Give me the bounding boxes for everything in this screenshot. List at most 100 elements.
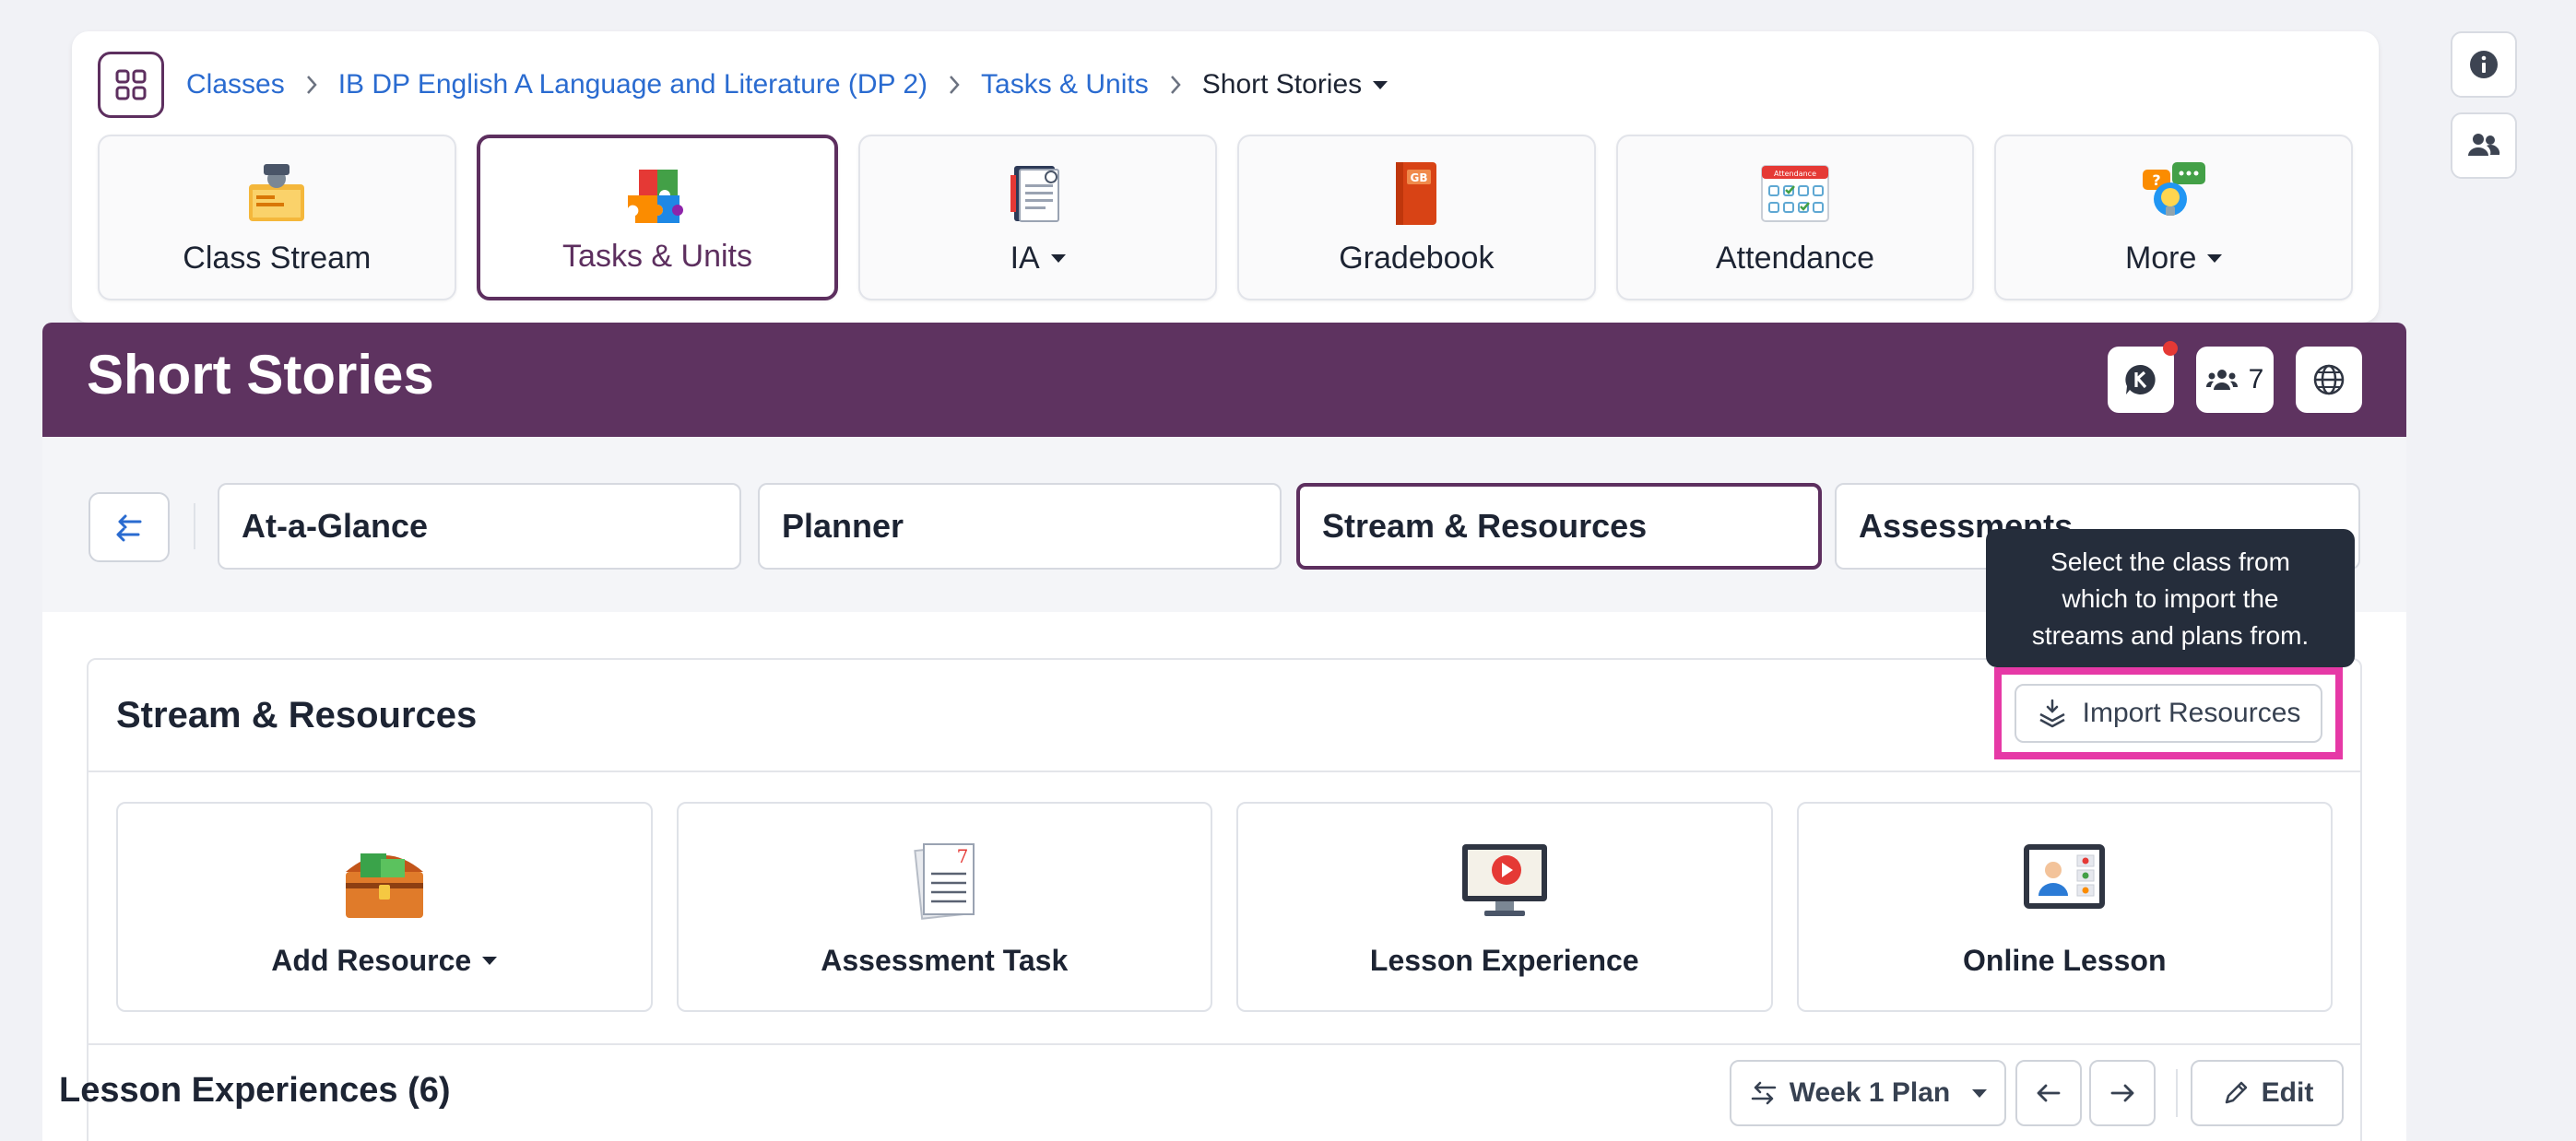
page-title: Short Stories [87, 344, 434, 406]
attendance-calendar-icon: Attendance [1761, 165, 1830, 222]
caret-down-icon [482, 957, 498, 965]
puzzle-icon [628, 170, 683, 223]
import-resources-label: Import Resources [2082, 698, 2301, 728]
resource-label-with-dropdown: Add Resource [271, 944, 498, 978]
kognity-chat-icon [2125, 364, 2156, 394]
caret-down-icon [1972, 1088, 1988, 1098]
module-tile-gradebook[interactable]: GB Gradebook [1237, 135, 1596, 300]
module-label: More [2124, 241, 2197, 276]
online-lesson-icon [2024, 844, 2106, 909]
module-tile-tasks-units[interactable]: Tasks & Units [476, 135, 839, 300]
resource-label: Lesson Experience [1369, 944, 1639, 977]
week-plan-dropdown[interactable]: Week 1 Plan [1730, 1060, 2006, 1126]
module-label: Tasks & Units [562, 239, 752, 274]
module-label: Attendance [1716, 241, 1875, 276]
module-tiles: Class Stream Tasks & Units IA GB Gradebo… [98, 135, 2354, 300]
caret-down-icon [1050, 254, 1066, 263]
gradebook-icon: GB [1396, 162, 1437, 225]
edit-label: Edit [2261, 1077, 2314, 1108]
info-button[interactable] [2451, 31, 2517, 98]
info-icon [2470, 51, 2498, 78]
section-title: Stream & Resources [116, 695, 478, 735]
divider [194, 503, 195, 549]
previous-week-button[interactable] [2015, 1060, 2082, 1126]
resource-label: Assessment Task [821, 944, 1069, 977]
users-icon [2205, 370, 2238, 390]
import-tooltip: Select the class from which to import th… [1986, 529, 2355, 667]
caret-down-icon [2207, 254, 2223, 263]
svg-text:?: ? [2152, 171, 2160, 189]
notification-dot [2163, 341, 2178, 356]
grid-icon [115, 69, 147, 100]
resource-label: Online Lesson [1963, 944, 2167, 977]
swap-arrows-icon [116, 514, 142, 542]
sidebar-toggle-button[interactable] [89, 492, 170, 562]
arrow-left-icon [2037, 1084, 2061, 1102]
tab-stream-resources[interactable]: Stream & Resources [1296, 483, 1822, 570]
import-resources-button[interactable]: Import Resources [2015, 684, 2322, 743]
tab-label: At-a-Glance [242, 507, 429, 545]
divider [89, 770, 2360, 772]
online-lesson-tile[interactable]: Online Lesson [1796, 802, 2333, 1012]
globe-icon [2313, 364, 2345, 395]
resource-label: Add Resource [271, 944, 472, 977]
module-label: Class Stream [183, 241, 372, 276]
tab-planner[interactable]: Planner [758, 483, 1282, 570]
tab-label: Stream & Resources [1322, 507, 1648, 545]
module-tile-attendance[interactable]: Attendance Attendance [1615, 135, 1975, 300]
pencil-icon [2225, 1081, 2247, 1104]
members-button[interactable]: 7 [2196, 347, 2274, 413]
members-count: 7 [2248, 364, 2264, 394]
chevron-right-icon [305, 75, 318, 95]
lesson-experience-tile[interactable]: Lesson Experience [1236, 802, 1773, 1012]
tab-at-a-glance[interactable]: At-a-Glance [218, 483, 741, 570]
tab-label: Planner [782, 507, 904, 545]
import-stack-icon [2039, 699, 2065, 728]
apps-grid-button[interactable] [98, 52, 164, 118]
divider [2176, 1069, 2178, 1117]
treasure-chest-icon [345, 853, 423, 918]
chevron-right-icon [948, 75, 961, 95]
tooltip-text-line: streams and plans from. [2031, 621, 2310, 650]
assessment-papers-icon: 7 [914, 843, 975, 920]
people-button[interactable] [2451, 112, 2517, 179]
module-label-with-dropdown: IA [1010, 241, 1066, 276]
module-tile-ia[interactable]: IA [858, 135, 1218, 300]
tooltip-text-line: Select the class from [2050, 547, 2290, 576]
caret-down-icon [1373, 80, 1388, 89]
class-stream-icon [249, 164, 305, 221]
language-button[interactable] [2296, 347, 2362, 413]
breadcrumb: Classes IB DP English A Language and Lit… [186, 65, 1388, 105]
swap-arrows-icon [1751, 1081, 1776, 1105]
svg-text:7: 7 [957, 845, 969, 867]
module-label-with-dropdown: More [2124, 241, 2223, 276]
week-plan-label: Week 1 Plan [1789, 1077, 1951, 1108]
svg-text:GB: GB [1411, 171, 1428, 184]
breadcrumb-tasks-units[interactable]: Tasks & Units [981, 69, 1149, 100]
lesson-experiences-title: Lesson Experiences (6) [59, 1071, 451, 1110]
module-tile-more[interactable]: ? More [1994, 135, 2354, 300]
class-navigation-card: Classes IB DP English A Language and Lit… [72, 31, 2379, 323]
svg-text:Attendance: Attendance [1774, 170, 1816, 178]
import-resources-highlight: Import Resources [1994, 667, 2343, 759]
edit-button[interactable]: Edit [2191, 1060, 2344, 1126]
module-label: IA [1010, 241, 1040, 276]
breadcrumb-current-label: Short Stories [1201, 69, 1363, 100]
feedback-button[interactable] [2108, 341, 2178, 413]
ia-notebook-icon [1010, 166, 1059, 222]
add-resource-tile[interactable]: Add Resource [116, 802, 653, 1012]
breadcrumb-current-unit-dropdown[interactable]: Short Stories [1202, 69, 1388, 100]
breadcrumb-class-name[interactable]: IB DP English A Language and Literature … [338, 69, 928, 100]
users-icon [2468, 134, 2500, 156]
next-week-button[interactable] [2089, 1060, 2156, 1126]
module-label: Gradebook [1339, 241, 1495, 276]
breadcrumb-classes[interactable]: Classes [186, 69, 285, 100]
chevron-right-icon [1169, 75, 1182, 95]
unit-header: Short Stories 7 [42, 323, 2406, 437]
more-lightbulb-icon: ? [2142, 162, 2205, 216]
tooltip-text-line: which to import the [2062, 584, 2279, 613]
resource-tiles: Add Resource 7 Assessment Task Lesson Ex… [116, 802, 2333, 1012]
video-monitor-icon [1461, 844, 1547, 916]
module-tile-class-stream[interactable]: Class Stream [98, 135, 456, 300]
assessment-task-tile[interactable]: 7 Assessment Task [676, 802, 1212, 1012]
